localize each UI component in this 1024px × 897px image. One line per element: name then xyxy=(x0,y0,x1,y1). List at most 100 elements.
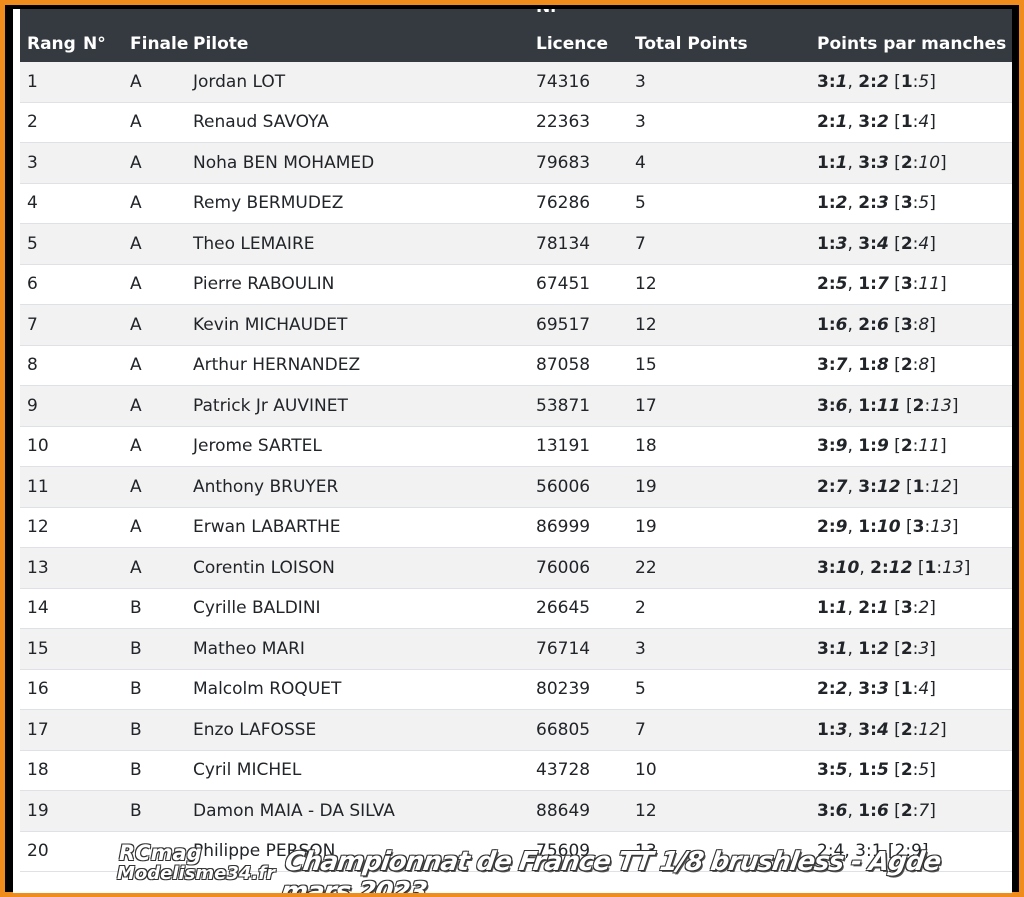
cell-points-par-manches: 3:10, 2:12 [1:13] xyxy=(817,557,971,578)
cell-licence: 78134 xyxy=(536,233,591,254)
table-row: 14 B Cyrille BALDINI 26645 2 1:1, 2:1 [3:2] xyxy=(20,588,1012,629)
cell-licence: 88649 xyxy=(536,800,591,821)
cell-rang: 18 xyxy=(27,760,49,781)
cell-pilote: Renaud SAVOYA xyxy=(193,112,329,133)
cell-pilote: Enzo LAFOSSE xyxy=(193,719,317,740)
cell-pilote: Theo LEMAIRE xyxy=(193,233,315,254)
cell-pilote: Philippe PERSON xyxy=(193,841,336,862)
table-row: 8 A Arthur HERNANDEZ 87058 15 3:7, 1:8 [2:8] xyxy=(20,345,1012,386)
table-row: 3 A Noha BEN MOHAMED 79683 4 1:1, 3:3 [2:10] xyxy=(20,143,1012,184)
cell-total-points: 3 xyxy=(635,112,646,133)
cell-points-par-manches: 1:6, 2:6 [3:8] xyxy=(817,314,936,335)
cell-licence: 56006 xyxy=(536,476,591,497)
cell-points-par-manches: 3:6, 1:11 [2:13] xyxy=(817,395,959,416)
cell-finale: B xyxy=(130,800,142,821)
cell-total-points: 12 xyxy=(635,274,657,295)
cell-finale: B xyxy=(130,719,142,740)
cell-finale: A xyxy=(130,233,142,254)
table-row: 10 A Jerome SARTEL 13191 18 3:9, 1:9 [2:11] xyxy=(20,426,1012,467)
cell-total-points: 10 xyxy=(635,760,657,781)
cell-licence: 76286 xyxy=(536,193,591,214)
cell-points-par-manches: 2:9, 1:10 [3:13] xyxy=(817,517,959,538)
cell-licence: 86999 xyxy=(536,517,591,538)
cell-licence: 67451 xyxy=(536,274,591,295)
cell-rang: 14 xyxy=(27,598,49,619)
cell-total-points: 17 xyxy=(635,395,657,416)
cell-finale: A xyxy=(130,355,142,376)
table-row: 19 B Damon MAIA - DA SILVA 88649 12 3:6, 1:6 … xyxy=(20,791,1012,832)
table-row: 12 A Erwan LABARTHE 86999 19 2:9, 1:10 [3:13] xyxy=(20,507,1012,548)
table-row: 9 A Patrick Jr AUVINET 53871 17 3:6, 1:11 [2:… xyxy=(20,386,1012,427)
cell-total-points: 12 xyxy=(635,800,657,821)
cell-pilote: Remy BERMUDEZ xyxy=(193,193,344,214)
cell-total-points: 13 xyxy=(635,841,657,862)
table-row: 15 B Matheo MARI 76714 3 3:1, 1:2 [2:3] xyxy=(20,629,1012,670)
table-header: Rang N° Finale Pilote Nr Licence Total P… xyxy=(20,9,1012,62)
cell-total-points: 19 xyxy=(635,476,657,497)
cell-finale: A xyxy=(130,436,142,457)
cell-finale: B xyxy=(130,760,142,781)
table-row: 16 B Malcolm ROQUET 80239 5 2:2, 3:3 [1:4] xyxy=(20,669,1012,710)
header-total-points[interactable]: Total Points xyxy=(635,34,748,54)
cell-licence: 69517 xyxy=(536,314,591,335)
cell-pilote: Corentin LOISON xyxy=(193,557,335,578)
cell-pilote: Cyril MICHEL xyxy=(193,760,302,781)
cell-points-par-manches: 3:1, 1:2 [2:3] xyxy=(817,638,936,659)
cell-rang: 2 xyxy=(27,112,38,133)
cell-rang: 16 xyxy=(27,679,49,700)
cell-rang: 15 xyxy=(27,638,49,659)
cell-finale: A xyxy=(130,314,142,335)
cell-total-points: 19 xyxy=(635,517,657,538)
cell-licence: 74316 xyxy=(536,71,591,92)
cell-rang: 3 xyxy=(27,152,38,173)
cell-points-par-manches: 3:9, 1:9 [2:11] xyxy=(817,436,947,457)
cell-pilote: Jordan LOT xyxy=(193,71,286,92)
cell-points-par-manches: 1:1, 2:1 [3:2] xyxy=(817,598,936,619)
cell-licence: 66805 xyxy=(536,719,591,740)
cell-pilote: Erwan LABARTHE xyxy=(193,517,341,538)
cell-total-points: 18 xyxy=(635,436,657,457)
cell-total-points: 3 xyxy=(635,71,646,92)
table-row: 13 A Corentin LOISON 76006 22 3:10, 2:12 [1:1… xyxy=(20,548,1012,589)
cell-finale: A xyxy=(130,395,142,416)
header-licence[interactable]: Licence xyxy=(536,34,608,54)
header-pilote[interactable]: Pilote xyxy=(193,34,248,54)
cell-finale: A xyxy=(130,476,142,497)
cell-licence: 26645 xyxy=(536,598,591,619)
cell-rang: 5 xyxy=(27,233,38,254)
cell-total-points: 4 xyxy=(635,152,646,173)
cell-total-points: 22 xyxy=(635,557,657,578)
cell-rang: 20 xyxy=(27,841,49,862)
cell-pilote: Malcolm ROQUET xyxy=(193,679,342,700)
cell-finale: A xyxy=(130,274,142,295)
cell-pilote: Cyrille BALDINI xyxy=(193,598,321,619)
cell-rang: 12 xyxy=(27,517,49,538)
cell-finale: B xyxy=(130,598,142,619)
cell-finale: A xyxy=(130,71,142,92)
cell-rang: 11 xyxy=(27,476,49,497)
header-rang[interactable]: Rang xyxy=(27,34,76,54)
cell-rang: 19 xyxy=(27,800,49,821)
cell-rang: 10 xyxy=(27,436,49,457)
cell-points-par-manches: 2:5, 1:7 [3:11] xyxy=(817,274,947,295)
header-finale[interactable]: Finale xyxy=(130,34,188,54)
cell-total-points: 7 xyxy=(635,233,646,254)
cell-points-par-manches: 3:5, 1:5 [2:5] xyxy=(817,760,936,781)
cell-licence: 43728 xyxy=(536,760,591,781)
cell-rang: 9 xyxy=(27,395,38,416)
cell-points-par-manches: 2:4, 3:1 [2:9] xyxy=(817,841,929,862)
cell-total-points: 12 xyxy=(635,314,657,335)
cell-rang: 1 xyxy=(27,71,38,92)
cell-total-points: 3 xyxy=(635,638,646,659)
cell-pilote: Kevin MICHAUDET xyxy=(193,314,348,335)
cell-pilote: Patrick Jr AUVINET xyxy=(193,395,348,416)
cell-finale: A xyxy=(130,517,142,538)
cell-licence: 76714 xyxy=(536,638,591,659)
table-row: 6 A Pierre RABOULIN 67451 12 2:5, 1:7 [3:11] xyxy=(20,264,1012,305)
cell-total-points: 7 xyxy=(635,719,646,740)
cell-points-par-manches: 3:7, 1:8 [2:8] xyxy=(817,355,936,376)
cell-points-par-manches: 1:2, 2:3 [3:5] xyxy=(817,193,936,214)
cell-points-par-manches: 3:1, 2:2 [1:5] xyxy=(817,71,936,92)
header-num[interactable]: N° xyxy=(83,34,106,54)
header-points-par-manches[interactable]: Points par manches xyxy=(817,34,1006,54)
